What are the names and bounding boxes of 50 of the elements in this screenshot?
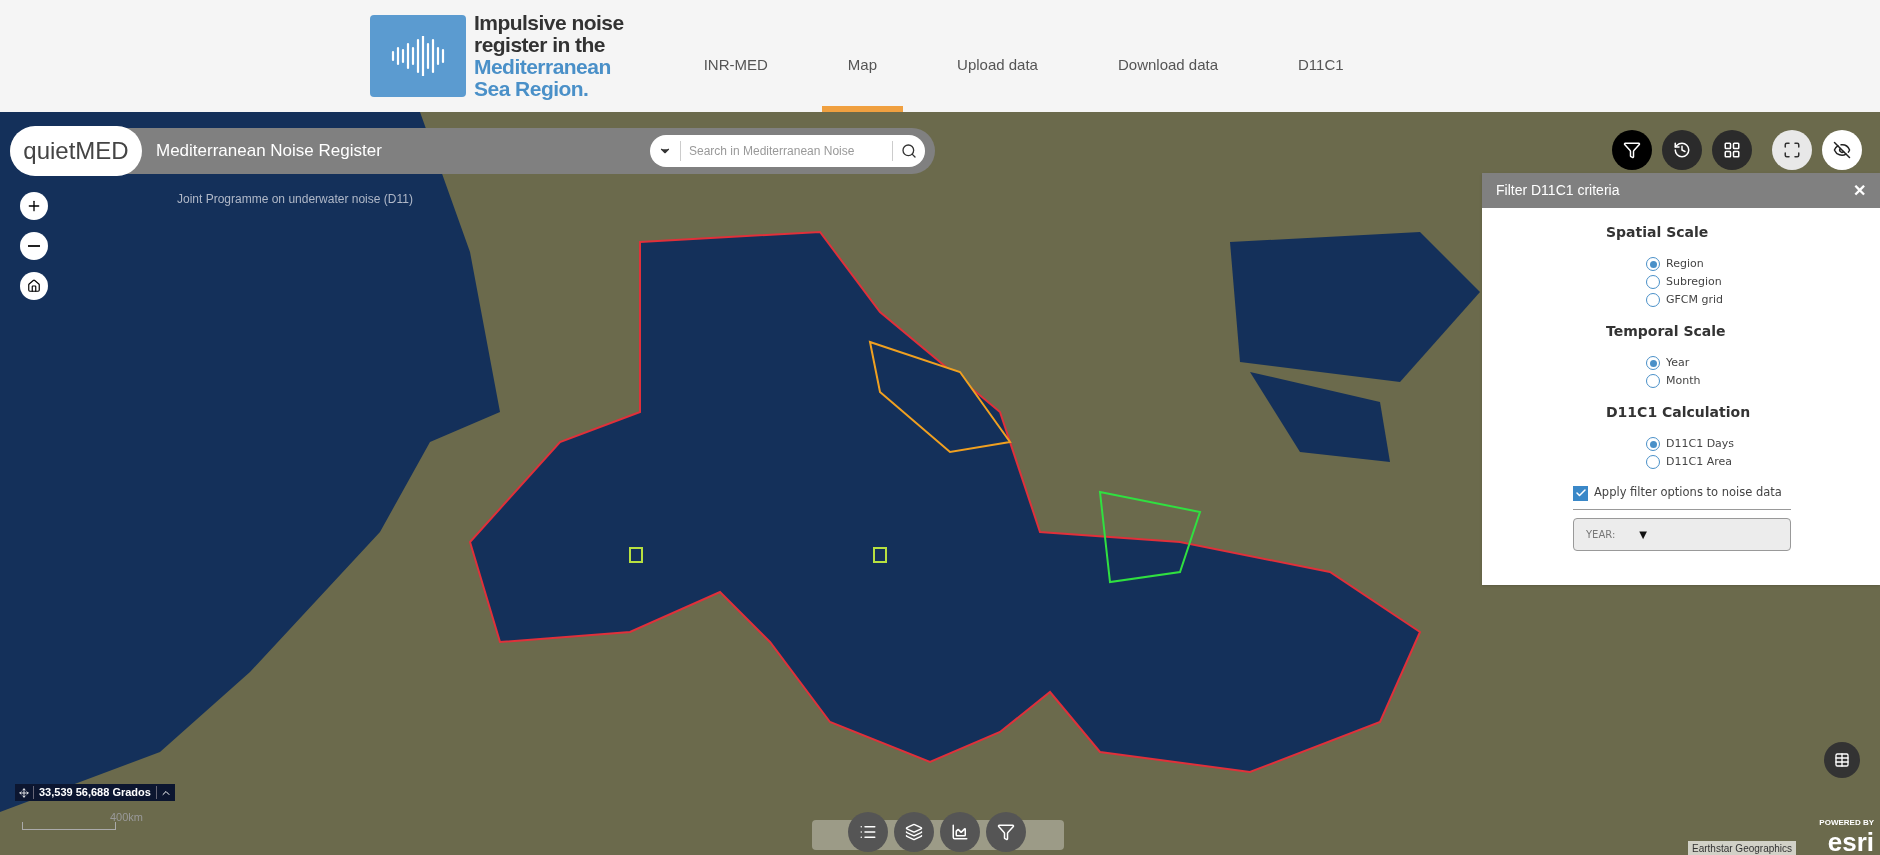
group-heading: Temporal Scale <box>1606 322 1727 341</box>
sound-wave-logo-icon <box>370 15 466 97</box>
group-heading: Spatial Scale <box>1606 223 1710 242</box>
radio-option[interactable]: D11C1 Area <box>1646 453 1880 471</box>
grid-cell-marker[interactable] <box>873 547 887 563</box>
group-heading: D11C1 Calculation <box>1606 403 1752 422</box>
scale-label: 400km <box>110 810 144 825</box>
funnel-icon <box>1623 141 1641 159</box>
apply-filter-checkbox-row[interactable]: Apply filter options to noise data <box>1573 483 1880 503</box>
grid-cell-marker[interactable] <box>629 547 643 563</box>
quietmed-logo: quietMED <box>10 126 142 176</box>
plus-icon <box>26 198 42 214</box>
eye-off-icon <box>1833 141 1851 159</box>
esri-logo: esri <box>1827 829 1874 855</box>
search-field[interactable]: Search in Mediterranean Noise <box>650 135 925 167</box>
logo-text: Mediterranean <box>474 56 612 78</box>
nav-link[interactable]: D11C1 <box>1272 53 1370 112</box>
app-title: Mediterranean Noise Register <box>156 140 382 163</box>
grid-icon <box>1723 141 1741 159</box>
nav-link[interactable]: Upload data <box>931 53 1064 112</box>
radio-option[interactable]: Year <box>1646 354 1880 372</box>
radio-option[interactable]: GFCM grid <box>1646 291 1880 309</box>
coordinates-text: 33,539 56,688 Grados <box>38 785 152 801</box>
checkbox[interactable] <box>1573 485 1588 501</box>
search-icon[interactable] <box>901 143 917 159</box>
satellite-map[interactable] <box>0 112 1880 855</box>
radio-option[interactable]: Month <box>1646 372 1880 390</box>
crosshair-icon[interactable] <box>19 787 29 798</box>
home-icon <box>27 279 41 293</box>
sea-region-outline[interactable] <box>1098 490 1202 584</box>
year-dropdown[interactable]: YEAR: ▼ <box>1573 518 1791 551</box>
panel-title: Filter D11C1 criteria <box>1496 181 1620 200</box>
table-icon <box>1834 752 1850 768</box>
radio-option[interactable]: Region <box>1646 255 1880 273</box>
attribution-text: Earthstar Geographics <box>1688 841 1797 855</box>
search-input[interactable]: Search in Mediterranean Noise <box>689 142 884 160</box>
logo-text: Impulsive noise <box>474 12 624 34</box>
logo-text: Sea Region. <box>474 78 590 100</box>
close-button[interactable]: ✕ <box>1853 178 1866 203</box>
nav-link[interactable]: Download data <box>1091 53 1245 112</box>
radio-option[interactable]: Subregion <box>1646 273 1880 291</box>
powered-by-text: POWERED BY <box>1819 817 1874 829</box>
logo-text: register in the <box>474 34 606 56</box>
radio-option[interactable]: D11C1 Days <box>1646 435 1880 453</box>
minus-icon <box>28 245 40 247</box>
fullscreen-icon <box>1783 141 1801 159</box>
clock-icon <box>1673 141 1691 159</box>
app-subtitle: Joint Programme on underwater noise (D11) <box>177 191 413 208</box>
sea-region-outline[interactable] <box>868 340 1012 454</box>
nav-link[interactable]: INR-MED <box>677 53 794 112</box>
